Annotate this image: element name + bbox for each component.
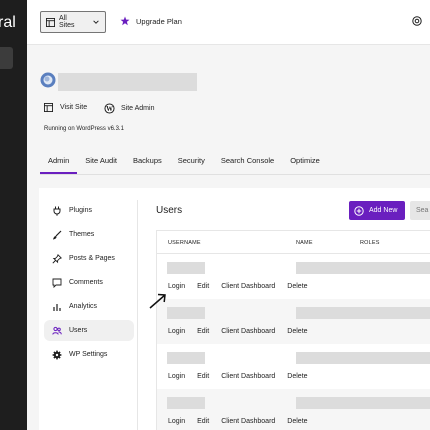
pin-icon — [52, 253, 62, 264]
nav-label-analytics: Analytics — [69, 303, 98, 310]
nav-item-themes[interactable]: Themes — [44, 224, 134, 245]
nav-item-wp-settings[interactable]: WP Settings — [44, 344, 134, 365]
edit-link[interactable]: Edit — [197, 283, 209, 290]
client-dashboard-link[interactable]: Client Dashboard — [221, 328, 275, 335]
table-row: Login Edit Client Dashboard Delete — [157, 299, 430, 344]
name-placeholder — [296, 397, 430, 409]
comment-icon — [52, 278, 62, 288]
brush-icon — [53, 230, 62, 239]
nav-item-plugins[interactable]: Plugins — [44, 200, 134, 221]
nav-item-analytics[interactable]: Analytics — [44, 296, 134, 317]
username-placeholder — [167, 352, 205, 364]
tab-backups[interactable]: Backups — [125, 151, 170, 173]
username-placeholder — [167, 397, 205, 409]
edit-link[interactable]: Edit — [197, 328, 209, 335]
edit-link[interactable]: Edit — [197, 418, 209, 425]
delete-link[interactable]: Delete — [287, 418, 307, 425]
nav-item-posts-pages[interactable]: Posts & Pages — [44, 248, 134, 269]
login-link[interactable]: Login — [168, 373, 185, 380]
all-sites-label: All Sites — [59, 15, 75, 29]
row-actions: Login Edit Client Dashboard Delete — [168, 283, 320, 290]
chevron-down-icon — [93, 20, 99, 24]
nav-label-wp-settings: WP Settings — [69, 351, 108, 358]
site-admin-label: Site Admin — [121, 105, 155, 112]
delete-link[interactable]: Delete — [287, 373, 307, 380]
username-placeholder — [167, 307, 205, 319]
plus-circle-icon — [354, 205, 364, 216]
column-username[interactable]: USERNAME — [168, 240, 201, 246]
delete-link[interactable]: Delete — [287, 283, 307, 290]
nav-label-comments: Comments — [69, 279, 103, 286]
tabs-divider — [40, 174, 430, 175]
nav-label-themes: Themes — [69, 231, 95, 238]
client-dashboard-link[interactable]: Client Dashboard — [221, 283, 275, 290]
upgrade-plan-label: Upgrade Plan — [136, 16, 182, 26]
main-sidebar: ral — [0, 0, 27, 430]
sidebar-selected-item[interactable] — [0, 47, 13, 69]
tab-security[interactable]: Security — [170, 151, 213, 173]
admin-panel: Plugins Themes Posts & Pages Comments An… — [39, 188, 430, 430]
edit-link[interactable]: Edit — [197, 373, 209, 380]
row-actions: Login Edit Client Dashboard Delete — [168, 418, 320, 425]
delete-link[interactable]: Delete — [287, 328, 307, 335]
client-dashboard-link[interactable]: Client Dashboard — [221, 418, 275, 425]
site-tabs: Admin Site Audit Backups Security Search… — [40, 151, 328, 174]
visit-site-link[interactable]: Visit Site — [44, 103, 87, 112]
login-link[interactable]: Login — [168, 418, 185, 425]
wordpress-version-text: Running on WordPress v6.3.1 — [44, 126, 124, 132]
login-link[interactable]: Login — [168, 283, 185, 290]
users-table: USERNAME NAME ROLES Login Edit Client Da… — [156, 230, 430, 430]
gear-icon — [52, 350, 62, 359]
nav-label-posts-pages: Posts & Pages — [69, 255, 115, 262]
tab-optimize[interactable]: Optimize — [282, 151, 328, 173]
site-header: Visit Site W Site Admin Running on WordP… — [27, 45, 430, 175]
table-header: USERNAME NAME ROLES — [157, 231, 430, 254]
tab-site-audit[interactable]: Site Audit — [77, 151, 125, 173]
brand-text: ral — [0, 14, 16, 31]
name-placeholder — [296, 352, 430, 364]
visit-site-label: Visit Site — [60, 104, 88, 111]
client-dashboard-link[interactable]: Client Dashboard — [221, 373, 275, 380]
site-name-placeholder — [58, 73, 197, 91]
plug-icon — [53, 206, 61, 216]
upgrade-plan-link[interactable]: Upgrade Plan — [120, 16, 182, 26]
table-row: Login Edit Client Dashboard Delete — [157, 344, 430, 389]
search-button[interactable]: Sea — [410, 201, 430, 220]
layout-icon — [46, 17, 55, 27]
row-actions: Login Edit Client Dashboard Delete — [168, 373, 320, 380]
name-placeholder — [296, 262, 430, 274]
login-link[interactable]: Login — [168, 328, 185, 335]
nav-item-comments[interactable]: Comments — [44, 272, 134, 293]
top-bar: All Sites Upgrade Plan — [27, 0, 430, 45]
column-roles[interactable]: ROLES — [360, 240, 380, 246]
table-row: Login Edit Client Dashboard Delete — [157, 254, 430, 299]
all-sites-dropdown[interactable]: All Sites — [40, 11, 106, 33]
tab-search-console[interactable]: Search Console — [213, 151, 282, 173]
star-icon — [120, 16, 130, 26]
add-new-button[interactable]: Add New — [349, 201, 405, 220]
table-row: Login Edit Client Dashboard Delete — [157, 389, 430, 430]
nav-label-users: Users — [69, 327, 88, 334]
add-new-label: Add New — [369, 207, 398, 214]
search-label: Sea — [416, 207, 429, 214]
admin-nav: Plugins Themes Posts & Pages Comments An… — [44, 200, 134, 368]
svg-text:W: W — [106, 106, 113, 113]
wordpress-icon: W — [104, 103, 115, 114]
name-placeholder — [296, 307, 430, 319]
username-placeholder — [167, 262, 205, 274]
row-actions: Login Edit Client Dashboard Delete — [168, 328, 320, 335]
nav-divider — [137, 200, 138, 430]
users-title: Users — [156, 205, 183, 216]
site-globe-icon — [40, 72, 56, 88]
users-icon — [52, 326, 62, 335]
nav-item-users[interactable]: Users — [44, 320, 134, 341]
site-admin-link[interactable]: W Site Admin — [104, 103, 154, 114]
pointer-arrow-icon — [149, 293, 166, 309]
tab-admin[interactable]: Admin — [40, 151, 78, 174]
bar-chart-icon — [53, 303, 61, 311]
nav-label-plugins: Plugins — [69, 207, 92, 214]
browser-icon — [44, 103, 53, 112]
column-name[interactable]: NAME — [296, 240, 313, 246]
help-icon[interactable] — [412, 16, 422, 26]
